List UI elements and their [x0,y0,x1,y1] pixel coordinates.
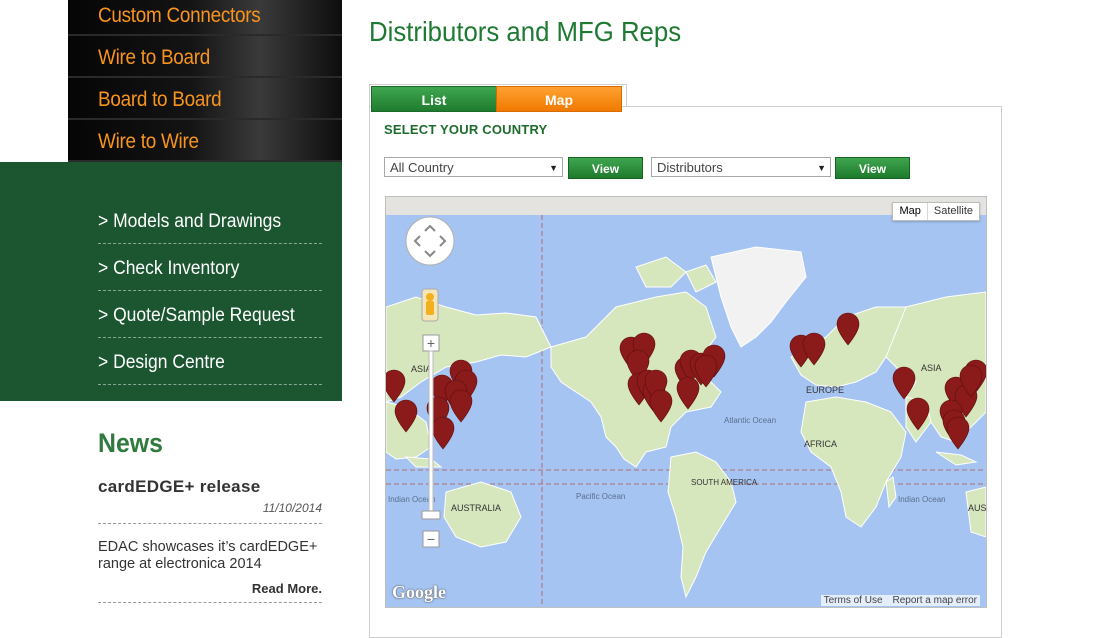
map-label-europe: EUROPE [806,385,844,395]
news-section: News cardEDGE+ release 11/10/2014 EDAC s… [98,428,322,603]
report-link[interactable]: Report a map error [893,595,977,606]
quick-links: > Models and Drawings > Check Inventory … [98,198,322,386]
link-label: > Quote/Sample Request [98,305,295,326]
link-quote-sample-request[interactable]: > Quote/Sample Request [98,292,322,338]
map-label-asia-right: ASIA [921,363,942,373]
category-custom-connectors[interactable]: Custom Connectors [68,0,342,36]
map-canvas[interactable]: ASIA EUROPE ASIA AFRICA SOUTH AMERICA AU… [385,196,987,608]
read-more-link[interactable]: Read More. [98,581,322,603]
link-label: > Models and Drawings [98,211,282,232]
map-label-south-america: SOUTH AMERICA [691,478,758,487]
map-type-map[interactable]: Map [893,203,928,220]
left-sidebar: Custom Connectors Wire to Board Board to… [0,0,342,625]
map-label-africa: AFRICA [804,439,837,449]
dropdown-arrow-icon: ▼ [549,163,558,173]
category-wire-to-board[interactable]: Wire to Board [68,36,342,78]
view-type-button[interactable]: View [835,157,910,179]
tab-map[interactable]: Map [496,86,622,112]
type-select[interactable]: Distributors ▼ [651,157,831,177]
type-select-value: Distributors [657,160,723,175]
pan-control[interactable] [405,216,455,266]
map-label-pacific-ocean: Pacific Ocean [576,492,625,501]
dropdown-arrow-icon: ▼ [817,163,826,173]
news-headline[interactable]: cardEDGE+ release [98,477,322,497]
country-select[interactable]: All Country ▼ [384,157,563,177]
map-type-control: Map Satellite [892,202,980,221]
category-board-to-board[interactable]: Board to Board [68,78,342,120]
pegman-icon[interactable] [421,288,439,322]
link-design-centre[interactable]: > Design Centre [98,339,322,385]
map-footer: Terms of Use Report a map error [820,595,980,606]
category-label: Wire to Wire [98,130,199,153]
category-label: Wire to Board [98,46,211,69]
link-check-inventory[interactable]: > Check Inventory [98,245,322,291]
map-label-aust: AUST [968,503,986,513]
link-label: > Check Inventory [98,258,240,279]
zoom-in-icon[interactable]: + [427,335,435,351]
country-select-value: All Country [390,160,454,175]
news-title: News [98,428,163,458]
map-label-australia: AUSTRALIA [451,503,501,513]
map-label-atlantic-ocean: Atlantic Ocean [724,416,776,425]
link-label: > Design Centre [98,352,225,373]
google-logo: Google [392,582,446,602]
zoom-out-icon[interactable]: − [427,531,435,547]
map-type-satellite[interactable]: Satellite [928,203,979,220]
category-wire-to-wire[interactable]: Wire to Wire [68,120,342,162]
map-label-indian-ocean-left: Indian Ocean [388,495,436,504]
link-models-and-drawings[interactable]: > Models and Drawings [98,198,322,244]
category-label: Custom Connectors [98,4,261,27]
category-menu: Custom Connectors Wire to Board Board to… [68,0,342,162]
page-title: Distributors and MFG Reps [369,16,682,47]
terms-link[interactable]: Terms of Use [824,595,883,606]
news-body: EDAC showcases it’s cardEDGE+ range at e… [98,539,318,572]
tab-list[interactable]: List [371,86,497,112]
news-date: 11/10/2014 [98,501,322,524]
map-label-asia-left: ASIA [411,364,432,374]
view-country-button[interactable]: View [568,157,643,179]
select-country-label: SELECT YOUR COUNTRY [384,122,548,137]
map-label-indian-ocean-right: Indian Ocean [898,495,946,504]
category-label: Board to Board [98,88,222,111]
